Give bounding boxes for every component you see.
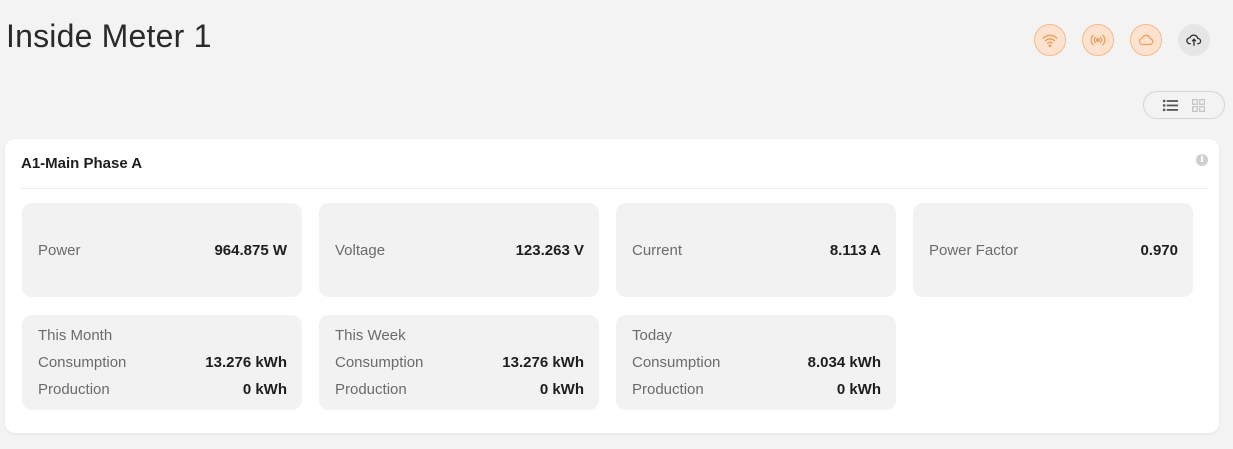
- info-icon[interactable]: i: [1196, 153, 1208, 166]
- energy-tile-today: Today Consumption 8.034 kWh Production 0…: [616, 315, 896, 410]
- meter-card: A1-Main Phase A i Power 964.875 W Voltag…: [5, 139, 1219, 433]
- view-toggle: [1143, 91, 1225, 119]
- card-title: A1-Main Phase A: [21, 155, 143, 172]
- metric-value: 0.970: [1140, 241, 1178, 259]
- wifi-icon[interactable]: [1034, 24, 1066, 56]
- consumption-row: Consumption 13.276 kWh: [38, 349, 287, 376]
- production-row: Production 0 kWh: [38, 376, 287, 403]
- cloud-sync-icon[interactable]: [1178, 24, 1210, 56]
- grid-view-icon[interactable]: [1189, 96, 1207, 114]
- metric-label: Current: [632, 241, 683, 259]
- energy-period: Today: [632, 327, 673, 344]
- consumption-row: Consumption 13.276 kWh: [335, 349, 584, 376]
- production-label: Production: [38, 381, 110, 398]
- consumption-label: Consumption: [38, 354, 127, 371]
- metric-tile-power-factor: Power Factor 0.970: [913, 203, 1193, 297]
- broadcast-icon[interactable]: [1082, 24, 1114, 56]
- card-header: A1-Main Phase A i: [21, 139, 1208, 189]
- page-title: Inside Meter 1: [6, 18, 212, 54]
- energy-tile-this-week: This Week Consumption 13.276 kWh Product…: [319, 315, 599, 410]
- consumption-value: 13.276 kWh: [502, 354, 584, 371]
- consumption-value: 8.034 kWh: [807, 354, 881, 371]
- production-label: Production: [632, 381, 704, 398]
- list-view-icon[interactable]: [1161, 96, 1179, 114]
- metric-label: Power Factor: [929, 241, 1019, 259]
- metric-tile-voltage: Voltage 123.263 V: [319, 203, 599, 297]
- production-label: Production: [335, 381, 407, 398]
- energy-tile-this-month: This Month Consumption 13.276 kWh Produc…: [22, 315, 302, 410]
- production-value: 0 kWh: [836, 381, 881, 398]
- metric-value: 964.875 W: [214, 241, 287, 259]
- metric-label: Voltage: [335, 241, 386, 259]
- metric-value: 123.263 V: [515, 241, 584, 259]
- energy-period: This Week: [335, 327, 406, 344]
- consumption-label: Consumption: [632, 354, 721, 371]
- metric-tile-power: Power 964.875 W: [22, 203, 302, 297]
- production-row: Production 0 kWh: [335, 376, 584, 403]
- consumption-row: Consumption 8.034 kWh: [632, 349, 881, 376]
- production-row: Production 0 kWh: [632, 376, 881, 403]
- production-value: 0 kWh: [242, 381, 287, 398]
- metric-label: Power: [38, 241, 81, 259]
- production-value: 0 kWh: [539, 381, 584, 398]
- energy-period: This Month: [38, 327, 113, 344]
- status-icons: [1034, 24, 1210, 56]
- consumption-value: 13.276 kWh: [205, 354, 287, 371]
- cloud-icon[interactable]: [1130, 24, 1162, 56]
- metric-value: 8.113 A: [829, 241, 881, 259]
- metric-tile-current: Current 8.113 A: [616, 203, 896, 297]
- consumption-label: Consumption: [335, 354, 424, 371]
